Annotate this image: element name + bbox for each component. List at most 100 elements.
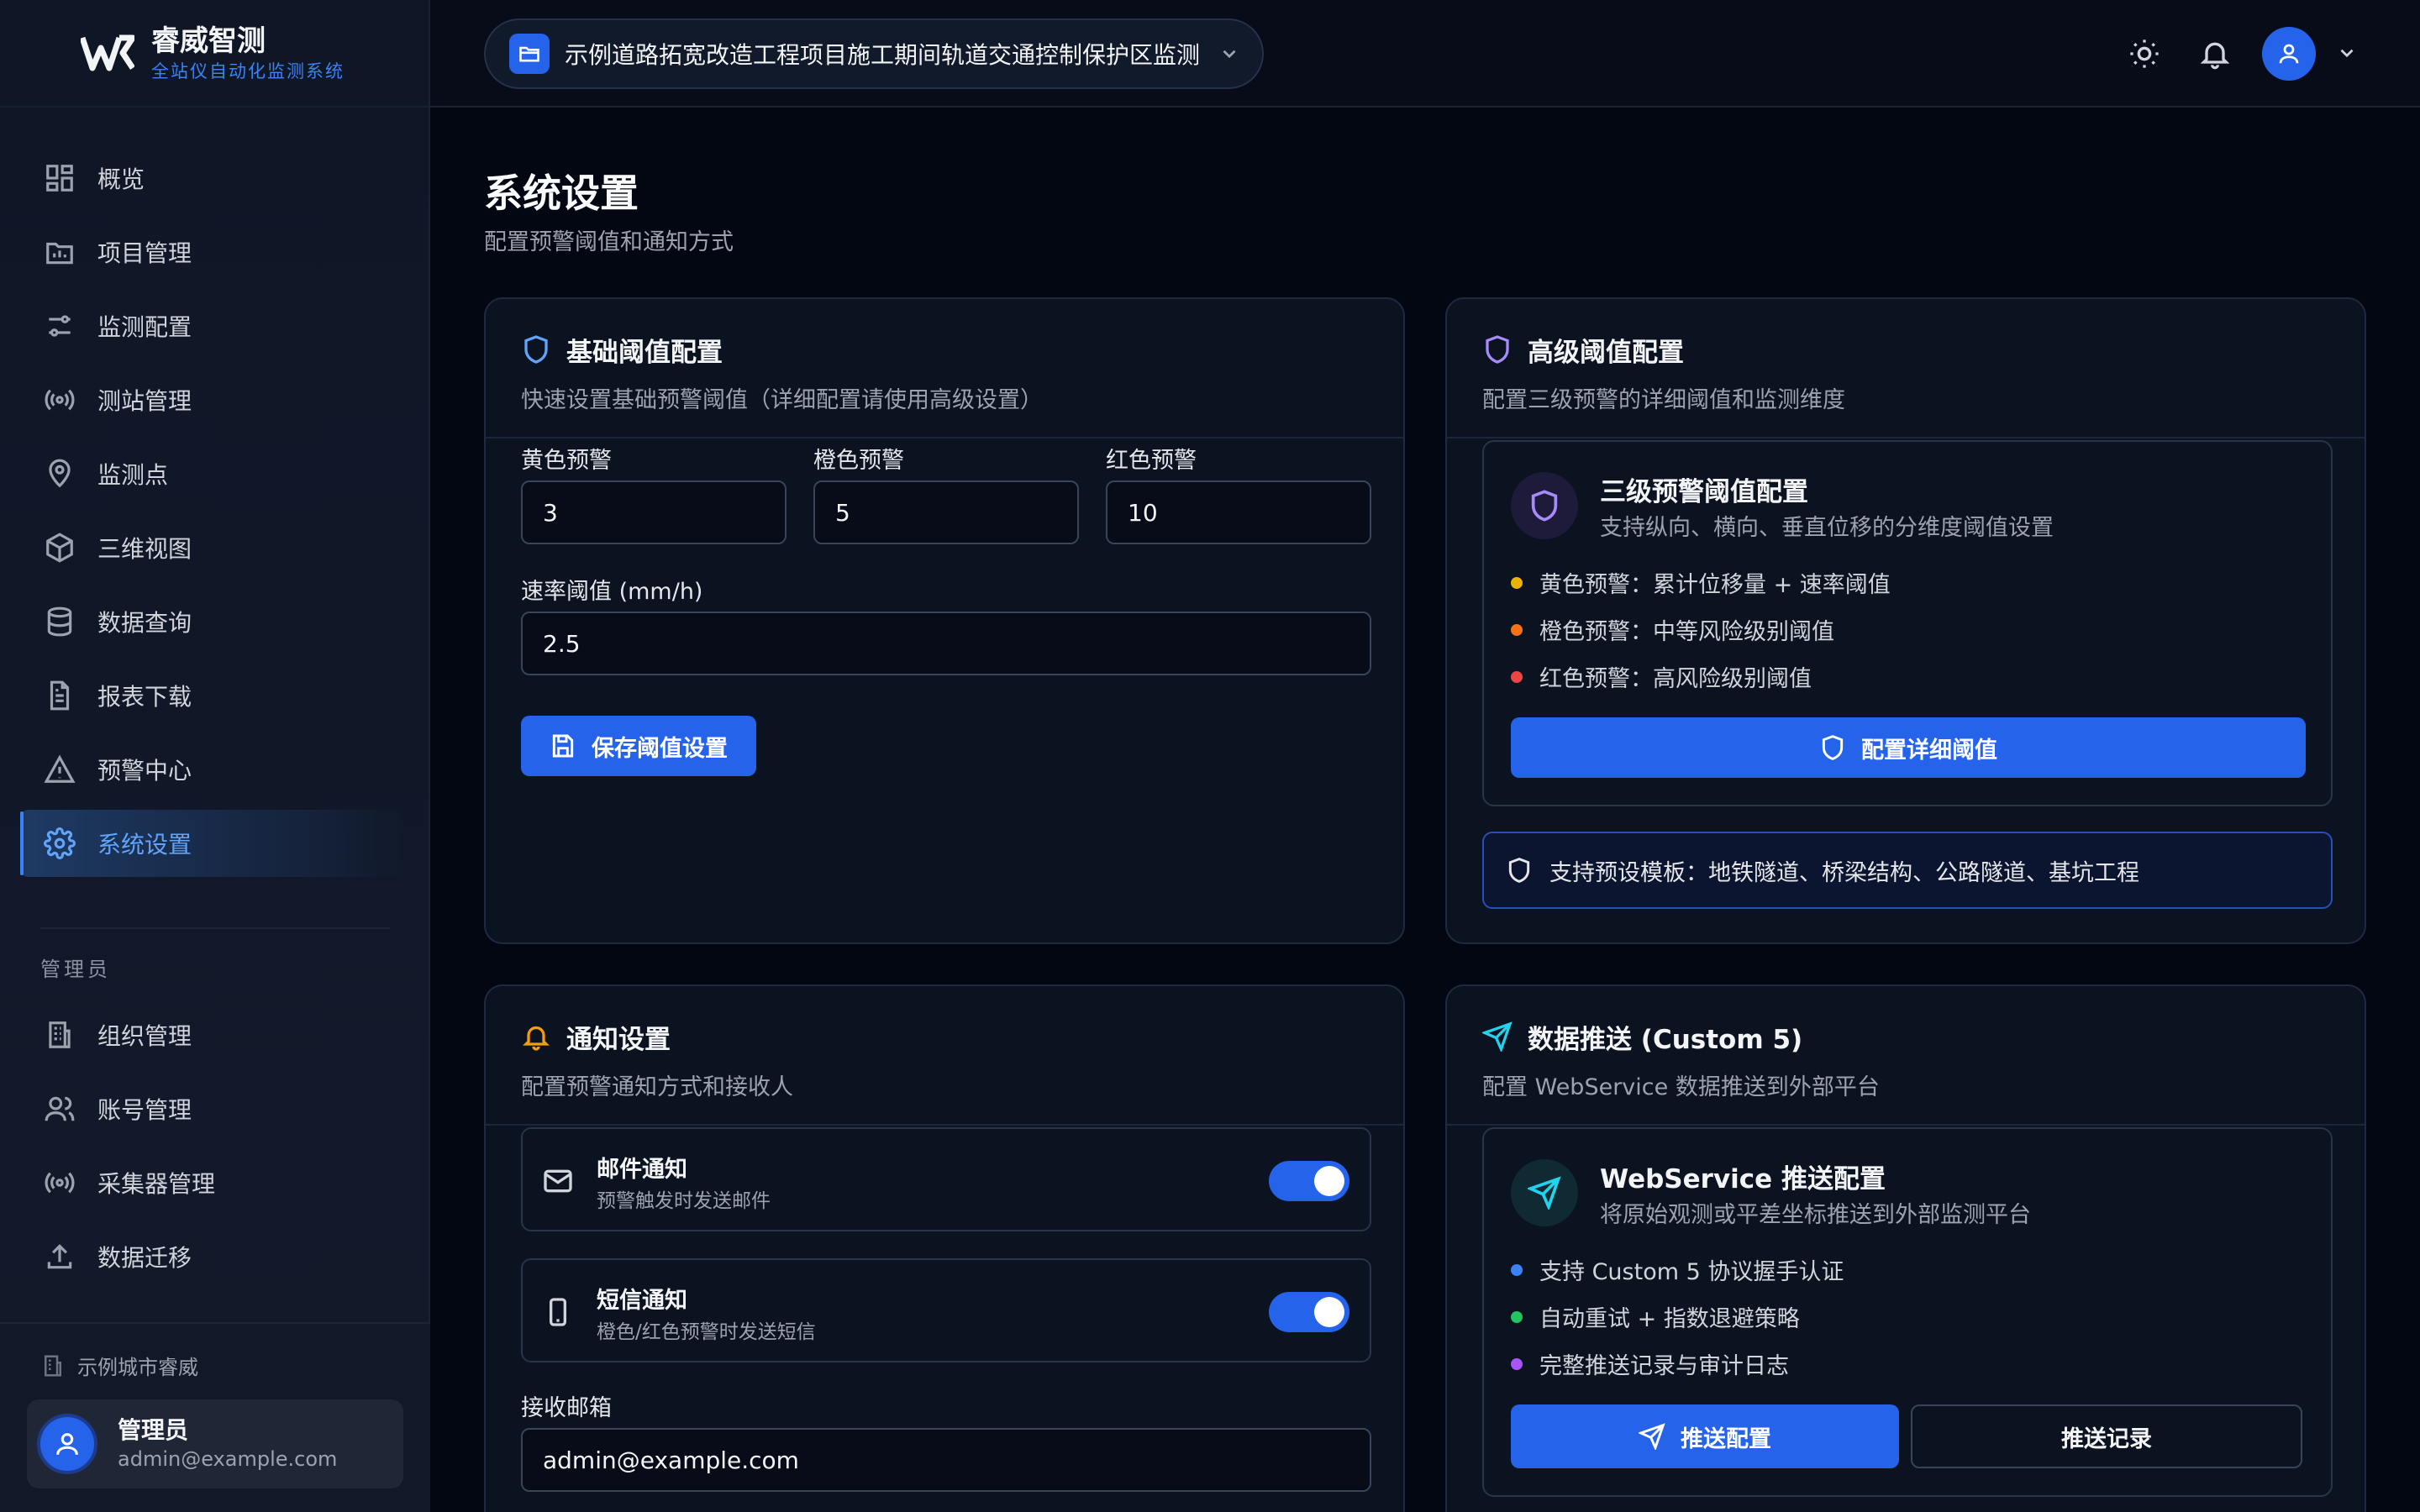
box-subtitle: 支持纵向、横向、垂直位移的分维度阈值设置 <box>1600 515 2054 541</box>
sidebar-item-points[interactable]: 监测点 <box>20 440 403 507</box>
sidebar-item-monitor-config[interactable]: 监测配置 <box>20 292 403 360</box>
yellow-threshold-input[interactable]: 3 <box>521 480 786 544</box>
sidebar-item-projects[interactable]: 项目管理 <box>20 218 403 286</box>
sidebar-item-settings[interactable]: 系统设置 <box>20 810 403 877</box>
sidebar-item-overview[interactable]: 概览 <box>20 144 403 212</box>
bullet-handshake: 支持 Custom 5 协议握手认证 <box>1511 1253 1844 1286</box>
push-log-button[interactable]: 推送记录 <box>1911 1404 2302 1468</box>
advanced-threshold-card: 高级阈值配置 配置三级预警的详细阈值和监测维度 三级预警阈值配置 支持纵向、横向… <box>1445 297 2366 944</box>
tip-text: 支持预设模板：地铁隧道、桥梁结构、公路隧道、基坑工程 <box>1549 859 2139 886</box>
project-name: 示例道路拓宽改造工程项目施工期间轨道交通控制保护区监测 <box>565 41 1201 69</box>
notification-card: 通知设置 配置预警通知方式和接收人 邮件通知 预警触发时发送邮件 短信通知 橙色… <box>484 984 1405 1512</box>
sidebar-item-label: 预警中心 <box>97 757 192 785</box>
configure-detailed-thresholds-button[interactable]: 配置详细阈值 <box>1511 717 2306 778</box>
orange-dot <box>1511 623 1523 636</box>
green-dot <box>1511 1310 1523 1323</box>
bullet-yellow: 黄色预警：累计位移量 + 速率阈值 <box>1511 566 1891 599</box>
user-name: 管理员 <box>118 1416 189 1444</box>
yellow-dot <box>1511 576 1523 589</box>
bullet-red: 红色预警：高风险级别阈值 <box>1511 660 1812 693</box>
sidebar-item-label: 账号管理 <box>97 1096 192 1124</box>
sidebar-item-collectors[interactable]: 采集器管理 <box>20 1149 403 1216</box>
radio-icon <box>45 1172 75 1194</box>
sidebar-item-alerts[interactable]: 预警中心 <box>20 736 403 803</box>
folder-open-icon <box>509 34 550 74</box>
send-icon <box>1639 1423 1665 1450</box>
sidebar-item-label: 报表下载 <box>97 683 192 711</box>
card-title: 数据推送 (Custom 5) <box>1528 1024 1803 1055</box>
sidebar-item-label: 监测点 <box>97 461 169 489</box>
gear-icon <box>44 827 76 859</box>
sidebar-item-label: 采集器管理 <box>97 1170 216 1198</box>
button-label: 配置详细阈值 <box>1861 737 1997 764</box>
brand-title: 睿威智测 <box>151 24 266 58</box>
preset-templates-tip: 支持预设模板：地铁隧道、桥梁结构、公路隧道、基坑工程 <box>1482 832 2333 909</box>
email-notification-toggle[interactable] <box>1269 1161 1349 1201</box>
sidebar-item-stations[interactable]: 测站管理 <box>20 366 403 433</box>
user-avatar-button[interactable] <box>2262 27 2316 81</box>
chevron-down-icon[interactable] <box>2336 42 2358 64</box>
orange-threshold-label: 橙色预警 <box>813 448 904 474</box>
sun-icon[interactable] <box>2128 37 2161 71</box>
sidebar-item-label: 组织管理 <box>97 1022 192 1050</box>
card-header: 基础阈值配置 快速设置基础预警阈值（详细配置请使用高级设置） <box>486 299 1403 438</box>
sidebar-item-organizations[interactable]: 组织管理 <box>20 1001 403 1068</box>
main-nav: 概览 项目管理 监测配置 测站管理 监测点 三维视图 数据查询 报表下载 预警中… <box>20 144 403 884</box>
sidebar-item-accounts[interactable]: 账号管理 <box>20 1075 403 1142</box>
building-icon <box>49 1021 71 1048</box>
shield-icon <box>524 335 548 364</box>
box-title: 三级预警阈值配置 <box>1600 477 1808 507</box>
org-indicator: 示例城市睿威 <box>40 1351 198 1380</box>
basic-threshold-card: 基础阈值配置 快速设置基础预警阈值（详细配置请使用高级设置） 黄色预警 3 橙色… <box>484 297 1405 944</box>
red-dot <box>1511 670 1523 683</box>
box-subtitle: 将原始观测或平差坐标推送到外部监测平台 <box>1600 1202 2031 1228</box>
card-title: 基础阈值配置 <box>566 337 723 368</box>
user-icon <box>2279 44 2299 64</box>
sidebar: 睿威智测 全站仪自动化监测系统 概览 项目管理 监测配置 测站管理 监测点 三维… <box>0 0 430 1512</box>
shield-icon <box>1822 735 1844 760</box>
card-description: 配置 WebService 数据推送到外部平台 <box>1482 1074 1880 1100</box>
save-thresholds-button[interactable]: 保存阈值设置 <box>521 716 756 776</box>
shield-icon <box>1486 335 1509 364</box>
nav-divider <box>40 927 390 929</box>
avatar <box>37 1414 97 1474</box>
user-card[interactable]: 管理员 admin@example.com <box>27 1399 403 1488</box>
box-title: WebService 推送配置 <box>1600 1164 1886 1194</box>
sliders-icon <box>49 315 71 337</box>
red-threshold-label: 红色预警 <box>1106 448 1197 474</box>
shield-icon <box>1508 858 1530 883</box>
brand[interactable]: 睿威智测 全站仪自动化监测系统 <box>0 0 429 108</box>
sidebar-item-label: 数据迁移 <box>97 1244 192 1272</box>
sms-notification-row: 短信通知 橙色/红色预警时发送短信 <box>521 1258 1371 1362</box>
sidebar-item-migration[interactable]: 数据迁移 <box>20 1223 403 1290</box>
sidebar-item-data-query[interactable]: 数据查询 <box>20 588 403 655</box>
nav-section-admin: 管理员 <box>40 958 111 981</box>
sidebar-item-label: 概览 <box>97 165 145 193</box>
recipient-email-input[interactable]: admin@example.com <box>521 1428 1371 1492</box>
blue-dot <box>1511 1263 1523 1276</box>
push-config-button[interactable]: 推送配置 <box>1511 1404 1899 1468</box>
card-title: 通知设置 <box>566 1024 671 1055</box>
yellow-threshold-label: 黄色预警 <box>521 448 612 474</box>
save-icon <box>552 734 574 758</box>
building-icon <box>45 1355 61 1376</box>
purple-dot <box>1511 1357 1523 1370</box>
bell-icon[interactable] <box>2198 37 2232 71</box>
project-selector[interactable]: 示例道路拓宽改造工程项目施工期间轨道交通控制保护区监测 <box>484 18 1264 89</box>
red-threshold-input[interactable]: 10 <box>1106 480 1371 544</box>
card-title: 高级阈值配置 <box>1528 337 1684 368</box>
sidebar-footer: 示例城市睿威 管理员 admin@example.com <box>0 1322 430 1512</box>
button-label: 推送记录 <box>2061 1425 2152 1452</box>
sidebar-item-label: 系统设置 <box>97 831 192 858</box>
sidebar-item-3d-view[interactable]: 三维视图 <box>20 514 403 581</box>
page-subtitle: 配置预警阈值和通知方式 <box>484 229 734 255</box>
orange-threshold-input[interactable]: 5 <box>813 480 1079 544</box>
card-header: 通知设置 配置预警通知方式和接收人 <box>486 986 1403 1126</box>
brand-logo-icon <box>81 34 134 71</box>
sms-notification-toggle[interactable] <box>1269 1292 1349 1332</box>
sidebar-item-reports[interactable]: 报表下载 <box>20 662 403 729</box>
notification-description: 预警触发时发送邮件 <box>597 1190 771 1212</box>
upload-icon <box>47 1244 72 1269</box>
sidebar-item-label: 测站管理 <box>97 387 192 415</box>
rate-threshold-input[interactable]: 2.5 <box>521 612 1371 675</box>
